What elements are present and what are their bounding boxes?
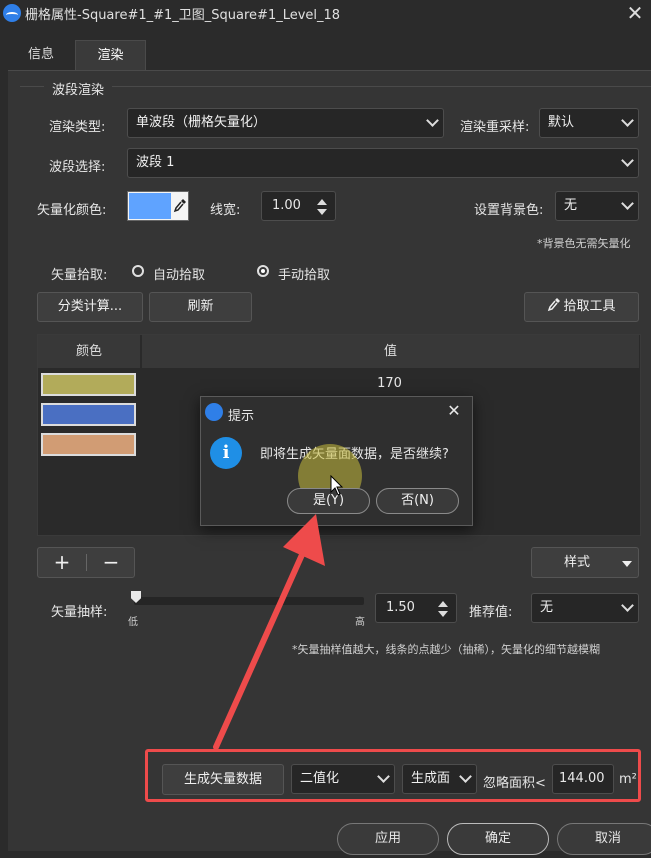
cancel-button[interactable]: 取消 [557,823,651,855]
ok-button[interactable]: 确定 [447,823,549,855]
chevron-down-icon [377,770,390,783]
chevron-down-icon [459,770,472,783]
generate-output-select[interactable]: 生成面 [402,764,477,794]
generate-vector-button[interactable]: 生成矢量数据 [162,764,284,795]
ignore-area-label: 忽略面积< [483,776,546,791]
apply-button[interactable]: 应用 [337,823,439,855]
area-unit: m² [619,772,637,787]
annotation-arrow [213,514,325,750]
generate-output-value: 生成面 [411,771,451,786]
ignore-area-value: 144.00 [559,771,605,786]
generate-mode-value: 二值化 [300,771,340,786]
generate-mode-select[interactable]: 二值化 [291,764,395,794]
ignore-area-input[interactable]: 144.00 [552,764,614,794]
